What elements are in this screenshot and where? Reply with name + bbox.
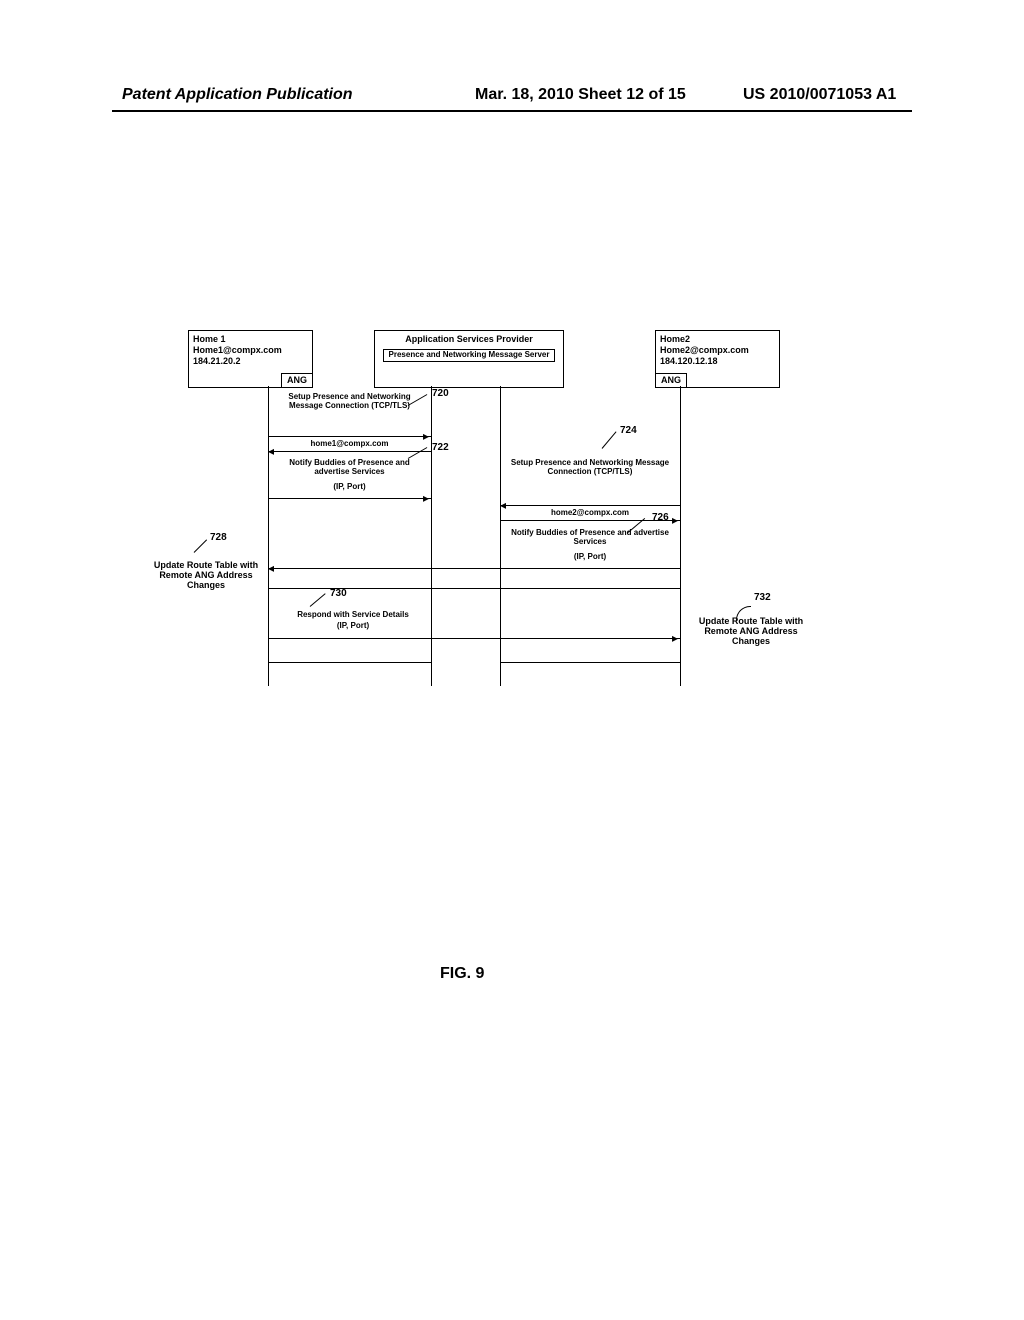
msg-722-notify: Notify Buddies of Presence and advertise… [273, 458, 426, 476]
actor-home2-ip: 184.120.12.18 [660, 356, 775, 367]
arrow-720-bottom [269, 451, 431, 452]
header-date-sheet: Mar. 18, 2010 Sheet 12 of 15 [475, 86, 686, 104]
actor-home1-ip: 184.21.20.2 [193, 356, 308, 367]
arrow-722 [269, 498, 431, 499]
ref-724: 724 [620, 425, 637, 436]
arrow-720-top [269, 436, 431, 437]
closing-left [269, 662, 431, 663]
leader-728 [194, 539, 207, 552]
arrow-730 [269, 638, 680, 639]
lifeline-provider-right [500, 386, 501, 686]
actor-home1: Home 1 Home1@compx.com 184.21.20.2 ANG [188, 330, 313, 388]
lifeline-home2 [680, 386, 681, 686]
actor-home2-addr: Home2@compx.com [660, 345, 775, 356]
header-rule [112, 110, 912, 112]
actor-home2: Home2 Home2@compx.com 184.120.12.18 ANG [655, 330, 780, 388]
arrowhead-724-bottom: ▸ [672, 516, 678, 524]
lifeline-provider-left [431, 386, 432, 686]
sequence-diagram: Home 1 Home1@compx.com 184.21.20.2 ANG A… [150, 330, 840, 700]
msg-726-notify: Notify Buddies of Presence and advertise… [505, 528, 675, 546]
msg-730-a: Respond with Service Details [273, 610, 433, 619]
actor-home1-sub: ANG [281, 373, 313, 388]
separator-line [269, 588, 680, 589]
ref-722: 722 [432, 442, 449, 453]
ref-730: 730 [330, 588, 347, 599]
ref-732: 732 [754, 592, 771, 603]
ref-728: 728 [210, 532, 227, 543]
arrow-724-top [501, 505, 680, 506]
actor-provider-sub: Presence and Networking Message Server [383, 349, 556, 362]
lifeline-home1 [268, 386, 269, 686]
msg-726-ipport: (IP, Port) [505, 552, 675, 561]
arrowhead-722: ▸ [423, 494, 429, 502]
msg-730-b: (IP, Port) [273, 621, 433, 630]
side-732: Update Route Table with Remote ANG Addre… [696, 616, 806, 646]
msg-722-addr: home1@compx.com [273, 439, 426, 448]
figure-caption: FIG. 9 [440, 965, 484, 983]
actor-home2-title: Home2 [660, 334, 775, 345]
arrowhead-730: ▸ [672, 634, 678, 642]
header-publication: Patent Application Publication [122, 86, 353, 104]
page: Patent Application Publication Mar. 18, … [0, 0, 1024, 1320]
actor-home2-sub: ANG [655, 373, 687, 388]
actor-home1-title: Home 1 [193, 334, 308, 345]
arrowhead-720-bottom: ◂ [268, 447, 274, 455]
msg-722-ipport: (IP, Port) [273, 482, 426, 491]
ref-720: 720 [432, 388, 449, 399]
closing-right [501, 662, 680, 663]
actor-provider-sub-wrap: Presence and Networking Message Server [379, 349, 559, 362]
leader-724 [602, 431, 617, 448]
actor-provider-title: Application Services Provider [379, 334, 559, 345]
msg-724: Setup Presence and Networking Message Co… [505, 458, 675, 476]
msg-720: Setup Presence and Networking Message Co… [273, 392, 426, 410]
actor-home1-addr: Home1@compx.com [193, 345, 308, 356]
ref-726: 726 [652, 512, 669, 523]
arrowhead-726: ◂ [268, 564, 274, 572]
leader-732 [736, 606, 751, 621]
msg-726-addr: home2@compx.com [505, 508, 675, 517]
header-pub-number: US 2010/0071053 A1 [743, 86, 896, 104]
side-728: Update Route Table with Remote ANG Addre… [150, 560, 262, 590]
arrow-726 [269, 568, 680, 569]
leader-730 [310, 593, 326, 607]
actor-provider: Application Services Provider Presence a… [374, 330, 564, 388]
